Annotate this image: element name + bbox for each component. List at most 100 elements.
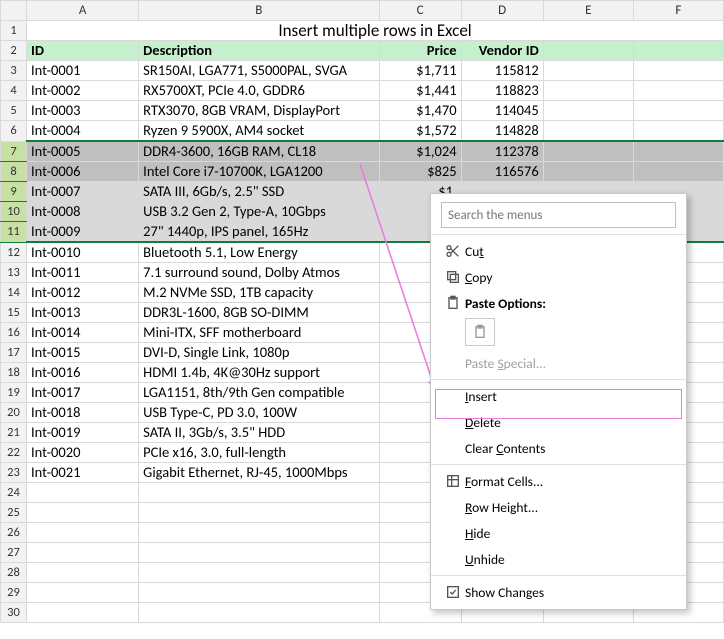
cell[interactable]: Int-0021 [27,463,139,483]
cell[interactable]: Vendor ID [461,41,543,61]
cell[interactable]: 27" 1440p, IPS panel, 165Hz [139,222,379,243]
cell[interactable] [633,101,723,121]
cell[interactable]: Int-0013 [27,303,139,323]
cell[interactable]: Ryzen 9 5900X, AM4 socket [139,121,379,142]
cell[interactable]: Int-0019 [27,423,139,443]
col-header[interactable]: C [379,1,461,21]
paste-default-button[interactable] [465,318,495,346]
cell[interactable]: Int-0010 [27,242,139,263]
cell[interactable] [543,162,633,182]
row-header[interactable]: 27 [1,543,27,563]
row-header[interactable]: 6 [1,121,27,142]
menu-unhide[interactable]: Unhide [431,546,686,572]
menu-hide[interactable]: Hide [431,520,686,546]
menu-copy[interactable]: Copy [431,264,686,290]
row-header[interactable]: 10 [1,202,27,222]
cell[interactable]: 116576 [461,162,543,182]
cell[interactable]: 118823 [461,81,543,101]
menu-row-height[interactable]: Row Height... [431,494,686,520]
col-header[interactable]: D [461,1,543,21]
row-header[interactable]: 1 [1,21,27,41]
row-header[interactable]: 15 [1,303,27,323]
cell[interactable] [543,41,633,61]
cell[interactable]: Int-0017 [27,383,139,403]
row-header[interactable]: 3 [1,61,27,81]
cell[interactable]: Int-0007 [27,182,139,202]
column-header-row[interactable]: A B C D E F [1,1,724,21]
cell[interactable]: Gigabit Ethernet, RJ-45, 1000Mbps [139,463,379,483]
cell[interactable] [543,101,633,121]
col-header[interactable]: A [27,1,139,21]
cell[interactable]: SR150AI, LGA771, S5000PAL, SVGA [139,61,379,81]
row-header[interactable]: 26 [1,523,27,543]
cell[interactable]: Int-0016 [27,363,139,383]
cell[interactable]: RTX3070, 8GB VRAM, DisplayPort [139,101,379,121]
row-header[interactable]: 25 [1,503,27,523]
cell[interactable]: 114045 [461,101,543,121]
row-header[interactable]: 13 [1,263,27,283]
row-header[interactable]: 16 [1,323,27,343]
cell[interactable]: 114828 [461,121,543,142]
row-header[interactable]: 18 [1,363,27,383]
cell[interactable]: DVI-D, Single Link, 1080p [139,343,379,363]
cell[interactable]: Int-0006 [27,162,139,182]
menu-clear-contents[interactable]: Clear Contents [431,435,686,461]
cell[interactable]: Int-0015 [27,343,139,363]
cell[interactable]: Int-0008 [27,202,139,222]
cell[interactable]: PCIe x16, 3.0, full-length [139,443,379,463]
cell[interactable]: $1,711 [379,61,461,81]
cell[interactable] [139,483,379,503]
cell[interactable]: Bluetooth 5.1, Low Energy [139,242,379,263]
row-header[interactable]: 23 [1,463,27,483]
cell[interactable] [27,483,139,503]
cell[interactable]: LGA1151, 8th/9th Gen compatible [139,383,379,403]
cell[interactable]: $1,470 [379,101,461,121]
cell[interactable] [139,503,379,523]
menu-search-input[interactable]: Search the menus [441,202,676,228]
row-header[interactable]: 14 [1,283,27,303]
row-header[interactable]: 30 [1,603,27,623]
cell[interactable]: Price [379,41,461,61]
cell[interactable]: Intel Core i7-10700K, LGA1200 [139,162,379,182]
row-header[interactable]: 19 [1,383,27,403]
cell[interactable] [27,563,139,583]
row-header[interactable]: 17 [1,343,27,363]
cell[interactable]: $825 [379,162,461,182]
cell[interactable]: Int-0002 [27,81,139,101]
cell[interactable] [27,583,139,603]
cell[interactable]: Int-0011 [27,263,139,283]
cell[interactable]: Int-0020 [27,443,139,463]
cell[interactable] [27,523,139,543]
cell[interactable]: DDR3L-1600, 8GB SO-DIMM [139,303,379,323]
cell[interactable]: RX5700XT, PCIe 4.0, GDDR6 [139,81,379,101]
row-header[interactable]: 9 [1,182,27,202]
cell[interactable] [543,121,633,142]
cell[interactable] [633,141,723,162]
select-all-corner[interactable] [1,1,27,21]
menu-cut[interactable]: Cut [431,238,686,264]
cell[interactable]: $1,441 [379,81,461,101]
cell[interactable]: Int-0001 [27,61,139,81]
row-header[interactable]: 24 [1,483,27,503]
row-header[interactable]: 11 [1,222,27,243]
cell[interactable]: 112378 [461,141,543,162]
cell[interactable] [633,61,723,81]
cell[interactable]: USB Type-C, PD 3.0, 100W [139,403,379,423]
cell[interactable]: 115812 [461,61,543,81]
cell[interactable] [633,121,723,142]
cell[interactable]: 7.1 surround sound, Dolby Atmos [139,263,379,283]
row-header[interactable]: 2 [1,41,27,61]
col-header[interactable]: F [633,1,723,21]
cell[interactable] [633,162,723,182]
menu-format-cells[interactable]: Format Cells... [431,468,686,494]
row-header[interactable]: 20 [1,403,27,423]
cell[interactable]: Int-0004 [27,121,139,142]
row-header[interactable]: 4 [1,81,27,101]
cell[interactable]: DDR4-3600, 16GB RAM, CL18 [139,141,379,162]
row-header[interactable]: 29 [1,583,27,603]
menu-delete[interactable]: Delete [431,409,686,435]
cell[interactable]: Int-0003 [27,101,139,121]
cell[interactable]: M.2 NVMe SSD, 1TB capacity [139,283,379,303]
cell[interactable]: Int-0014 [27,323,139,343]
cell[interactable]: Int-0018 [27,403,139,423]
